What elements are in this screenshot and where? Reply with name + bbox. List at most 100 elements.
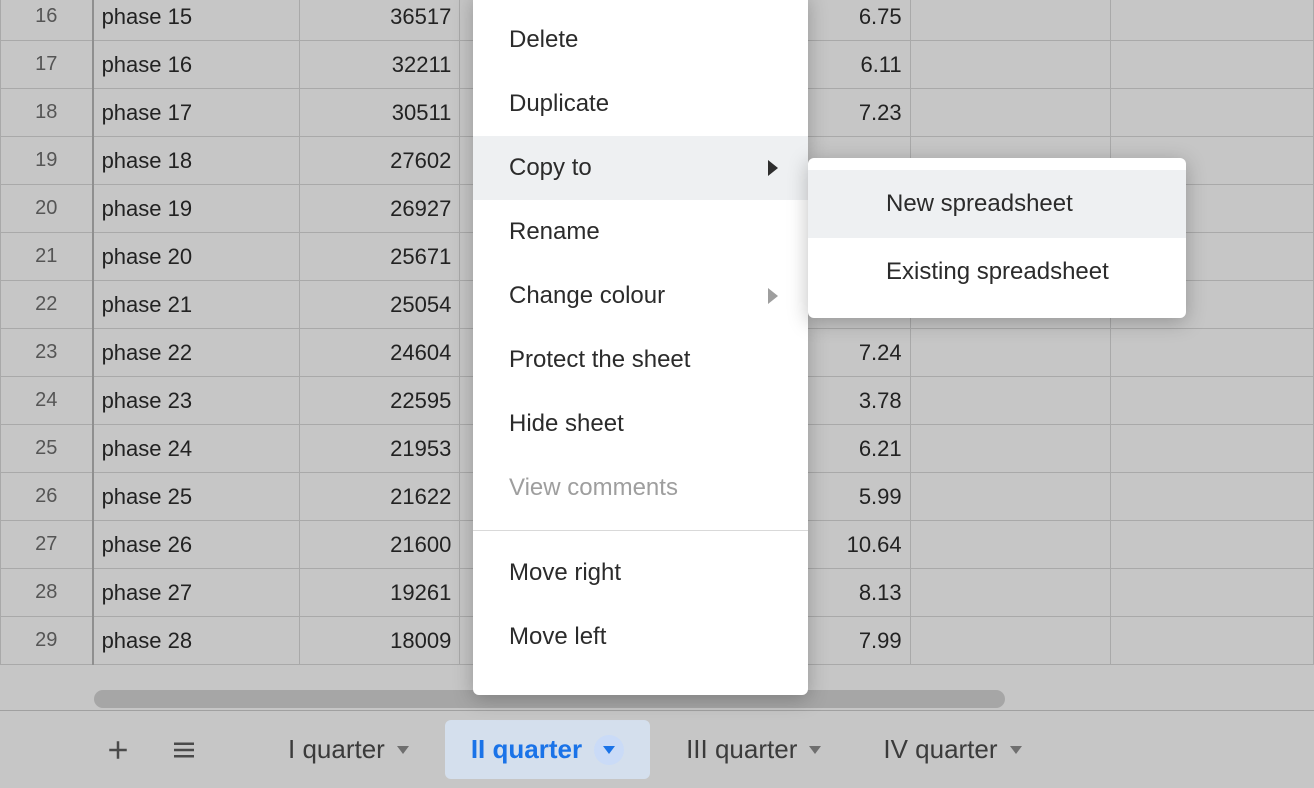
cell[interactable] xyxy=(910,617,1110,665)
cell[interactable]: phase 17 xyxy=(93,89,300,137)
cell[interactable] xyxy=(1110,41,1313,89)
cell[interactable]: 21953 xyxy=(300,425,460,473)
menu-item-change-colour[interactable]: Change colour xyxy=(473,264,808,328)
cell[interactable]: phase 25 xyxy=(93,473,300,521)
row-number[interactable]: 16 xyxy=(1,0,93,41)
row-number[interactable]: 17 xyxy=(1,41,93,89)
menu-item-protect-sheet[interactable]: Protect the sheet xyxy=(473,328,808,392)
row-number[interactable]: 21 xyxy=(1,233,93,281)
cell[interactable] xyxy=(910,41,1110,89)
cell[interactable]: phase 22 xyxy=(93,329,300,377)
cell[interactable] xyxy=(910,329,1110,377)
cell[interactable]: 27602 xyxy=(300,137,460,185)
sheet-tab-ii-quarter[interactable]: II quarter xyxy=(445,720,650,779)
cell[interactable] xyxy=(1110,617,1313,665)
cell[interactable] xyxy=(910,377,1110,425)
cell[interactable]: 24604 xyxy=(300,329,460,377)
cell[interactable]: phase 15 xyxy=(93,0,300,41)
sheet-tab-label: III quarter xyxy=(686,734,797,765)
menu-item-label: Move right xyxy=(509,559,621,587)
cell[interactable]: phase 27 xyxy=(93,569,300,617)
menu-item-label: View comments xyxy=(509,474,678,502)
cell[interactable] xyxy=(1110,425,1313,473)
row-number[interactable]: 22 xyxy=(1,281,93,329)
cell[interactable] xyxy=(1110,329,1313,377)
submenu-item-existing-spreadsheet[interactable]: Existing spreadsheet xyxy=(808,238,1186,306)
sheet-tab-i-quarter[interactable]: I quarter xyxy=(262,720,435,779)
cell[interactable] xyxy=(910,425,1110,473)
cell[interactable] xyxy=(910,521,1110,569)
cell[interactable] xyxy=(910,569,1110,617)
cell[interactable]: phase 20 xyxy=(93,233,300,281)
cell[interactable]: phase 18 xyxy=(93,137,300,185)
row-number[interactable]: 25 xyxy=(1,425,93,473)
menu-item-rename[interactable]: Rename xyxy=(473,200,808,264)
row-number[interactable]: 20 xyxy=(1,185,93,233)
menu-item-label: Duplicate xyxy=(509,90,609,118)
cell[interactable]: phase 23 xyxy=(93,377,300,425)
row-number[interactable]: 23 xyxy=(1,329,93,377)
chevron-down-icon xyxy=(397,746,409,754)
cell[interactable]: 22595 xyxy=(300,377,460,425)
cell[interactable] xyxy=(1110,569,1313,617)
cell[interactable]: 32211 xyxy=(300,41,460,89)
copy-to-submenu: New spreadsheet Existing spreadsheet xyxy=(808,158,1186,318)
cell[interactable]: 30511 xyxy=(300,89,460,137)
row-number[interactable]: 27 xyxy=(1,521,93,569)
submenu-arrow-icon xyxy=(768,160,778,176)
cell[interactable]: phase 24 xyxy=(93,425,300,473)
cell[interactable]: 18009 xyxy=(300,617,460,665)
cell[interactable]: phase 16 xyxy=(93,41,300,89)
menu-item-label: Protect the sheet xyxy=(509,346,690,374)
menu-item-label: Hide sheet xyxy=(509,410,624,438)
cell[interactable]: 25054 xyxy=(300,281,460,329)
sheet-tab-label: II quarter xyxy=(471,734,582,765)
cell[interactable]: phase 26 xyxy=(93,521,300,569)
cell[interactable]: phase 21 xyxy=(93,281,300,329)
menu-item-duplicate[interactable]: Duplicate xyxy=(473,72,808,136)
cell[interactable]: 21622 xyxy=(300,473,460,521)
menu-item-copy-to[interactable]: Copy to xyxy=(473,136,808,200)
cell[interactable]: 36517 xyxy=(300,0,460,41)
sheet-tab-iv-quarter[interactable]: IV quarter xyxy=(857,720,1047,779)
row-number[interactable]: 18 xyxy=(1,89,93,137)
menu-item-label: Copy to xyxy=(509,154,592,182)
plus-icon xyxy=(103,735,133,765)
cell[interactable]: 25671 xyxy=(300,233,460,281)
sheet-tab-label: IV quarter xyxy=(883,734,997,765)
cell[interactable] xyxy=(1110,89,1313,137)
menu-item-move-right[interactable]: Move right xyxy=(473,541,808,605)
sheet-context-menu: Delete Duplicate Copy to Rename Change c… xyxy=(473,0,808,695)
sheet-tab-menu-button[interactable] xyxy=(594,735,624,765)
cell[interactable] xyxy=(1110,521,1313,569)
menu-icon xyxy=(169,735,199,765)
menu-item-move-left[interactable]: Move left xyxy=(473,605,808,669)
submenu-item-label: New spreadsheet xyxy=(886,190,1073,217)
cell[interactable] xyxy=(910,0,1110,41)
cell[interactable] xyxy=(910,473,1110,521)
chevron-down-icon xyxy=(1010,746,1022,754)
row-number[interactable]: 24 xyxy=(1,377,93,425)
cell[interactable] xyxy=(910,89,1110,137)
chevron-down-icon xyxy=(809,746,821,754)
menu-item-delete[interactable]: Delete xyxy=(473,8,808,72)
menu-item-label: Delete xyxy=(509,26,578,54)
menu-item-hide-sheet[interactable]: Hide sheet xyxy=(473,392,808,456)
row-number[interactable]: 28 xyxy=(1,569,93,617)
cell[interactable]: 19261 xyxy=(300,569,460,617)
all-sheets-button[interactable] xyxy=(156,722,212,778)
row-number[interactable]: 29 xyxy=(1,617,93,665)
cell[interactable]: phase 28 xyxy=(93,617,300,665)
cell[interactable] xyxy=(1110,473,1313,521)
cell[interactable]: 26927 xyxy=(300,185,460,233)
cell[interactable] xyxy=(1110,0,1313,41)
add-sheet-button[interactable] xyxy=(90,722,146,778)
submenu-item-new-spreadsheet[interactable]: New spreadsheet xyxy=(808,170,1186,238)
cell[interactable]: phase 19 xyxy=(93,185,300,233)
chevron-down-icon xyxy=(603,746,615,754)
cell[interactable] xyxy=(1110,377,1313,425)
row-number[interactable]: 19 xyxy=(1,137,93,185)
cell[interactable]: 21600 xyxy=(300,521,460,569)
row-number[interactable]: 26 xyxy=(1,473,93,521)
sheet-tab-iii-quarter[interactable]: III quarter xyxy=(660,720,847,779)
